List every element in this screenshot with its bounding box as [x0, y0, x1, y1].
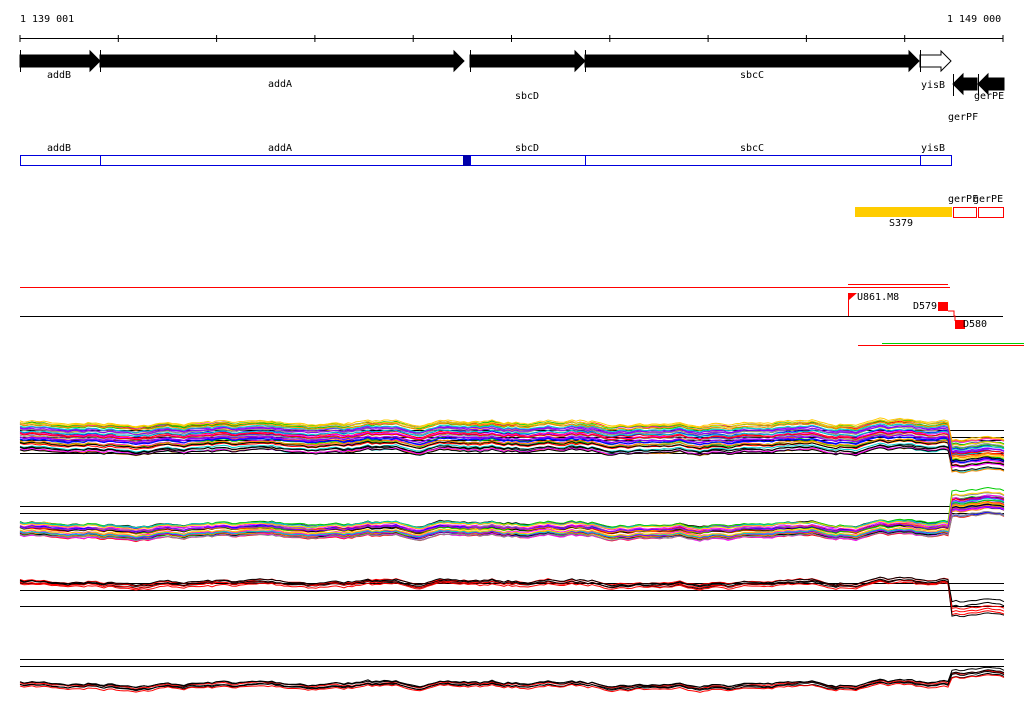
gene-arrow-addA [99, 49, 465, 73]
coordinate-ruler [19, 35, 1004, 42]
operon-marker [463, 155, 470, 166]
operon-box [470, 155, 586, 166]
ruler-start-label: 1 139 001 [20, 14, 75, 25]
tss-flag-U861 [849, 293, 857, 300]
expression-trace [19, 496, 1005, 529]
segment-track [855, 207, 1004, 218]
operon-box [100, 155, 465, 166]
expression-trace [19, 576, 1005, 603]
gene-track [19, 49, 1005, 96]
operon-box [920, 155, 952, 166]
gene-label-addA[interactable]: addA [268, 80, 292, 90]
gene-label-addB[interactable]: addB [47, 71, 71, 81]
gene-label-gerPF[interactable]: gerPF [948, 113, 978, 123]
gene-label-gerPE[interactable]: gerPE [974, 92, 1004, 102]
operon-box [585, 155, 921, 166]
tss-label-U861[interactable]: U861.M8 [857, 293, 899, 303]
ruler-end-label: 1 149 000 [947, 14, 1002, 25]
segment-box-gerPF [953, 207, 977, 218]
segment-S379 [855, 207, 952, 217]
segment-box-label-gerPE: gerPE [973, 194, 1004, 205]
gene-label-yisB[interactable]: yisB [921, 81, 945, 91]
operon-track [20, 155, 952, 166]
segment-box-gerPE [978, 207, 1004, 218]
expression-tracks [19, 417, 1005, 693]
genome-browser-canvas [19, 35, 1024, 693]
tss-label-D580[interactable]: D580 [963, 320, 987, 330]
tss-label-D579[interactable]: D579 [913, 302, 937, 312]
segment-label[interactable]: S379 [889, 219, 913, 229]
expression-trace [19, 486, 1005, 529]
gene-arrow-sbcD [469, 49, 586, 73]
gene-arrow-yisB [919, 49, 952, 73]
operon-label-yisB: yisB [921, 143, 946, 154]
gene-label-sbcD[interactable]: sbcD [515, 92, 539, 102]
gene-arrow-sbcC [584, 49, 920, 73]
operon-label-addB: addB [47, 143, 72, 154]
gene-label-sbcC[interactable]: sbcC [740, 71, 764, 81]
operon-label-addA: addA [268, 143, 293, 154]
operon-label-sbcD: sbcD [515, 143, 540, 154]
tss-marker-D579 [938, 302, 948, 311]
operon-label-sbcC: sbcC [740, 143, 765, 154]
gene-arrow-addB [19, 49, 101, 73]
operon-box [20, 155, 101, 166]
